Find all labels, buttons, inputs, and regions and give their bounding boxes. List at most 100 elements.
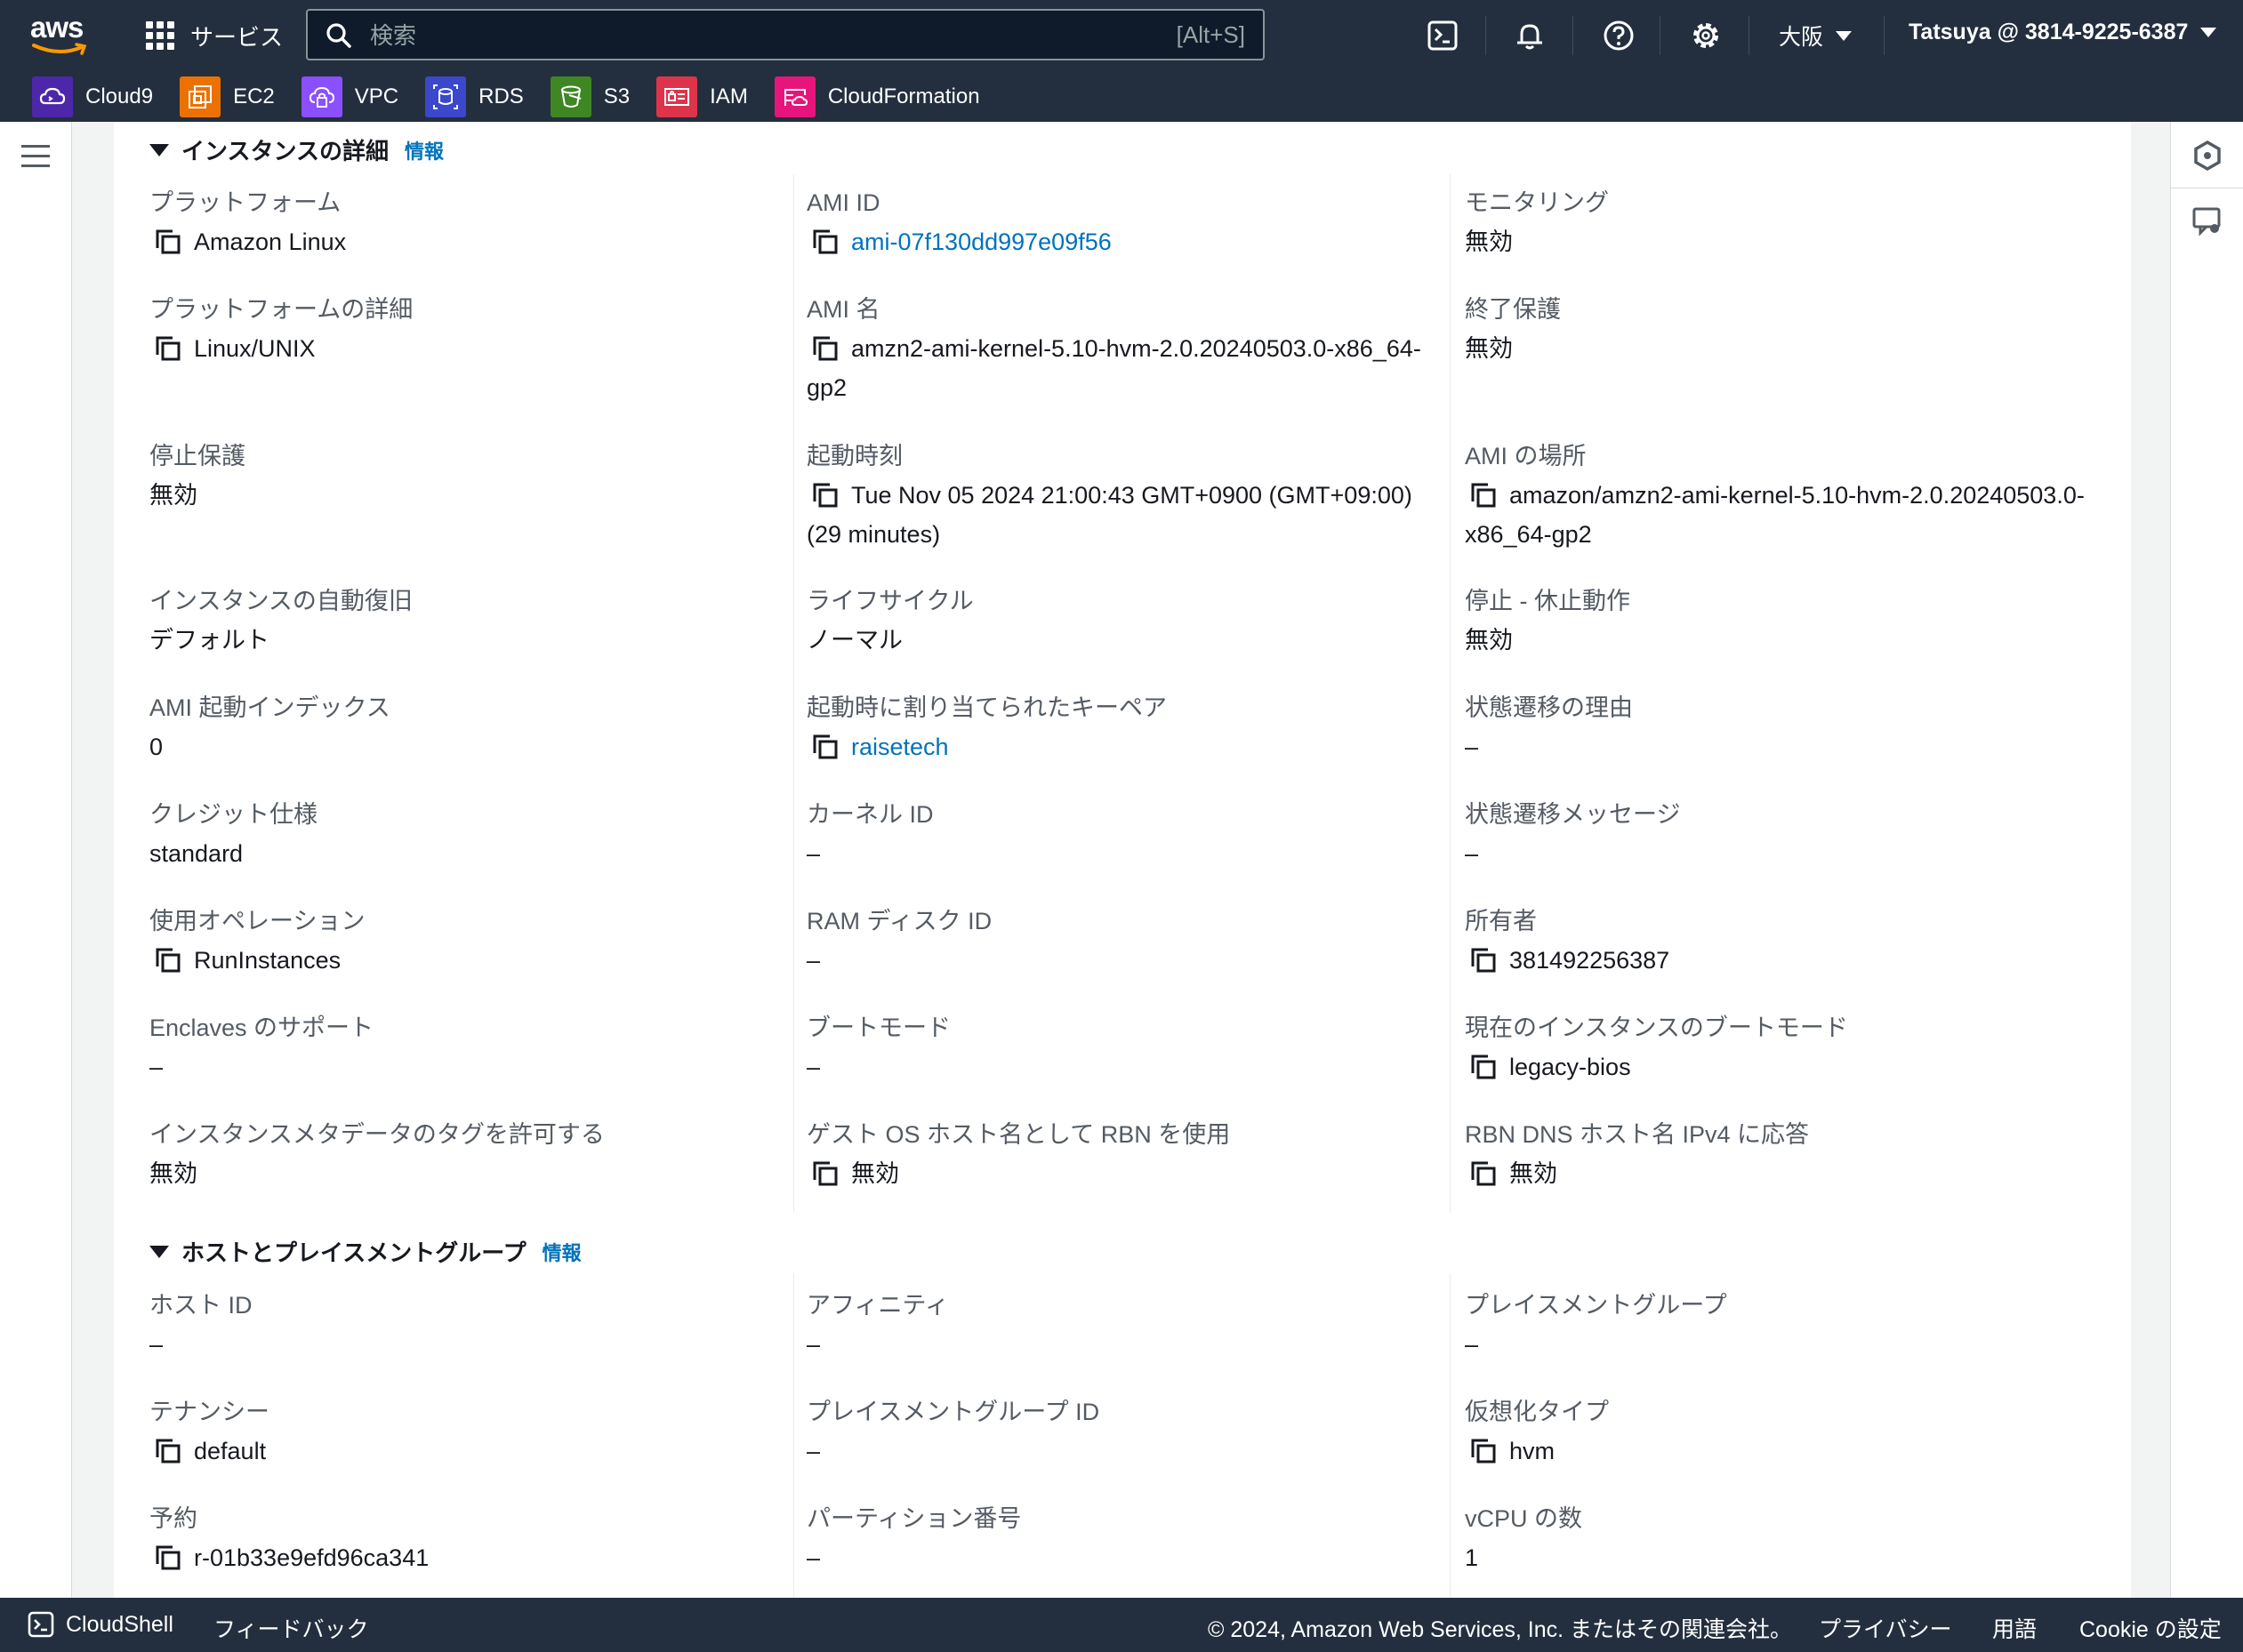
copy-icon[interactable] <box>1470 1054 1497 1080</box>
field-value: – <box>149 1331 164 1358</box>
copy-icon[interactable] <box>155 229 181 255</box>
favorite-cloud9[interactable]: Cloud9 <box>32 76 153 117</box>
section-header-host-placement: ホストとプレイスメントグループ 情報 <box>149 1235 582 1268</box>
copy-icon[interactable] <box>155 1438 181 1464</box>
copy-icon[interactable] <box>812 335 839 362</box>
field-label: AMI 名 <box>807 296 880 323</box>
ami-id-link[interactable]: ami-07f130dd997e09f56 <box>851 229 1112 255</box>
field-value: – <box>807 840 821 867</box>
left-side-rail <box>0 122 72 1598</box>
field-label: プレイスメントグループ <box>1465 1292 1727 1319</box>
field-affinity: アフィニティ – <box>807 1289 1429 1364</box>
field-value: デフォルト <box>149 627 269 654</box>
section-title: インスタンスの詳細 <box>181 138 389 164</box>
field-value: standard <box>149 840 244 867</box>
aws-logo[interactable]: aws <box>30 12 92 57</box>
region-label: 大阪 <box>1779 25 1824 50</box>
copy-icon[interactable] <box>155 1544 181 1571</box>
copy-icon[interactable] <box>812 229 839 255</box>
collapse-caret-icon[interactable] <box>149 1245 169 1258</box>
field-label: 状態遷移メッセージ <box>1465 801 1681 828</box>
field-value[interactable]: raisetech <box>807 727 1429 766</box>
field-value: 無効 <box>1465 627 1513 654</box>
field-label: 停止保護 <box>149 443 245 469</box>
copy-icon[interactable] <box>812 482 839 509</box>
info-link[interactable]: 情報 <box>405 136 444 164</box>
field-label: クレジット仕様 <box>149 801 318 828</box>
favorite-vpc[interactable]: VPC <box>301 76 398 117</box>
field-label: RAM ディスク ID <box>807 908 993 934</box>
info-panel-icon[interactable] <box>2190 138 2225 173</box>
field-enclaves: Enclaves のサポート – <box>149 1012 772 1087</box>
favorite-iam[interactable]: IAM <box>656 76 748 117</box>
field-rbn-hostname: ゲスト OS ホスト名として RBN を使用 無効 <box>807 1119 1429 1193</box>
copy-icon[interactable] <box>155 947 181 974</box>
feedback-link[interactable]: フィードバック <box>213 1612 369 1644</box>
field-ami-name: AMI 名 amzn2-ami-kernel-5.10-hvm-2.0.2024… <box>807 293 1429 407</box>
settings-gear-icon[interactable] <box>1688 18 1724 53</box>
column-divider <box>793 174 794 1213</box>
field-label: 状態遷移の理由 <box>1465 694 1633 721</box>
field-label: カーネル ID <box>807 801 934 828</box>
field-state-message: 状態遷移メッセージ – <box>1465 798 2087 873</box>
field-value[interactable]: ami-07f130dd997e09f56 <box>807 222 1429 261</box>
services-menu-button[interactable]: サービス <box>146 16 283 55</box>
field-label: プレイスメントグループ ID <box>807 1399 1100 1425</box>
account-menu[interactable]: Tatsuya @ 3814-9225-6387 <box>1909 20 2217 45</box>
field-value: 無効 <box>1465 1154 2087 1193</box>
cloudshell-icon[interactable] <box>1425 18 1460 53</box>
favorite-ec2[interactable]: EC2 <box>180 76 275 117</box>
favorite-rds[interactable]: RDS <box>425 76 524 117</box>
copy-icon[interactable] <box>812 734 839 760</box>
favorites-bar: Cloud9 EC2 VPC RDS S3 IAM CloudFormation <box>0 71 1007 122</box>
notifications-bell-icon[interactable] <box>1512 18 1548 53</box>
copy-icon[interactable] <box>1470 482 1497 509</box>
copy-icon[interactable] <box>1470 1438 1497 1464</box>
privacy-link[interactable]: プライバシー <box>1819 1612 1952 1644</box>
field-placement-group: プレイスメントグループ – <box>1465 1289 2087 1364</box>
field-value: amazon/amzn2-ami-kernel-5.10-hvm-2.0.202… <box>1465 476 2087 554</box>
field-value: 0 <box>149 734 164 760</box>
value-text: amazon/amzn2-ami-kernel-5.10-hvm-2.0.202… <box>1465 482 2085 548</box>
cloudshell-button[interactable]: CloudShell <box>27 1610 173 1639</box>
field-ami-launch-index: AMI 起動インデックス 0 <box>149 692 772 766</box>
footer-bar: CloudShell フィードバック © 2024, Amazon Web Se… <box>0 1598 2243 1652</box>
nav-separator <box>1572 16 1573 55</box>
hamburger-menu-icon[interactable] <box>21 145 50 168</box>
favorite-label: S3 <box>603 84 631 108</box>
field-current-boot-mode: 現在のインスタンスのブートモード legacy-bios <box>1465 1012 2087 1087</box>
favorite-label: RDS <box>478 84 524 108</box>
feedback-chat-icon[interactable] <box>2190 204 2225 239</box>
terms-link[interactable]: 用語 <box>1992 1612 2037 1644</box>
favorite-label: Cloud9 <box>85 84 154 108</box>
favorite-cloudformation[interactable]: CloudFormation <box>774 76 980 117</box>
field-launch-time: 起動時刻 Tue Nov 05 2024 21:00:43 GMT+0900 (… <box>807 440 1429 554</box>
field-label: ライフサイクル <box>807 588 974 614</box>
field-value: 無効 <box>149 482 197 509</box>
field-metadata-tags: インスタンスメタデータのタグを許可する 無効 <box>149 1119 772 1193</box>
account-label: Tatsuya @ 3814-9225-6387 <box>1909 20 2189 44</box>
copy-icon[interactable] <box>812 1160 839 1187</box>
copy-icon[interactable] <box>155 335 181 362</box>
info-link[interactable]: 情報 <box>543 1238 582 1266</box>
copy-icon[interactable] <box>1470 1160 1497 1187</box>
value-text: RunInstances <box>194 947 342 974</box>
cloud9-icon <box>32 76 73 117</box>
help-icon[interactable] <box>1601 18 1636 53</box>
key-pair-link[interactable]: raisetech <box>851 734 949 760</box>
search-input[interactable] <box>368 16 1083 55</box>
region-selector[interactable]: 大阪 <box>1779 20 1853 52</box>
cookie-settings-link[interactable]: Cookie の設定 <box>2079 1612 2222 1644</box>
collapse-caret-icon[interactable] <box>149 143 169 156</box>
field-virtualization-type: 仮想化タイプ hvm <box>1465 1396 2087 1471</box>
services-label: サービス <box>190 23 284 51</box>
field-label: 仮想化タイプ <box>1465 1399 1609 1425</box>
favorite-s3[interactable]: S3 <box>550 76 631 117</box>
field-value: 381492256387 <box>1465 941 2087 980</box>
copy-icon[interactable] <box>1470 947 1497 974</box>
search-box[interactable]: [Alt+S] <box>306 9 1265 60</box>
field-value: RunInstances <box>149 941 772 980</box>
field-label: 所有者 <box>1465 908 1537 934</box>
field-credit-spec: クレジット仕様 standard <box>149 798 772 873</box>
favorite-label: IAM <box>710 84 748 108</box>
